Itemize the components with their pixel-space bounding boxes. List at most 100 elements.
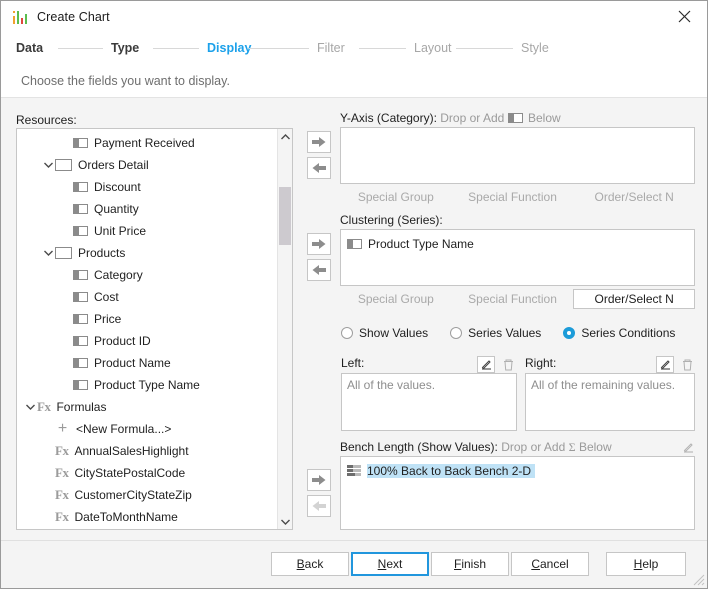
resources-label: Resources: — [16, 113, 77, 127]
step-display[interactable]: Display — [207, 41, 251, 55]
radio-label: Series Values — [468, 326, 541, 340]
y-axis-button-row: Special GroupSpecial FunctionOrder/Selec… — [340, 187, 695, 207]
tree-item-label: Price — [94, 312, 121, 326]
pencil-icon[interactable] — [679, 439, 697, 456]
radio-series-conditions[interactable]: Series Conditions — [563, 326, 675, 340]
chevron-down-icon[interactable] — [41, 249, 55, 258]
tree-item[interactable]: FxDateToMonthName — [17, 506, 279, 528]
next-button[interactable]: Next — [351, 552, 429, 576]
fx-icon: Fx — [37, 399, 50, 415]
step-filter[interactable]: Filter — [317, 41, 345, 55]
radio-indicator[interactable] — [563, 327, 575, 339]
finish-button[interactable]: Finish — [431, 552, 509, 576]
left-condition-box[interactable]: All of the values. — [341, 373, 517, 431]
step-connector — [153, 48, 199, 49]
tree-item[interactable]: Price — [17, 308, 279, 330]
tree-item-label: Discount — [94, 180, 141, 194]
order-select-n-button[interactable]: Order/Select N — [573, 289, 695, 309]
bench-transfer-buttons — [307, 469, 331, 521]
create-chart-dialog: Create Chart Data Type Display Filter Layout… — [0, 0, 708, 589]
chevron-down-icon[interactable] — [278, 514, 292, 529]
field-icon — [73, 138, 88, 148]
cancel-button[interactable]: Cancel — [511, 552, 589, 576]
right-condition-box[interactable]: All of the remaining values. — [525, 373, 695, 431]
radio-indicator[interactable] — [450, 327, 462, 339]
tree-item-label: AnnualSalesHighlight — [74, 444, 188, 458]
tree-item-label: <New Formula...> — [76, 422, 171, 436]
chevron-down-icon[interactable] — [41, 161, 55, 170]
pencil-icon[interactable] — [477, 356, 495, 373]
next-mnemonic: N — [378, 557, 387, 571]
table-icon — [55, 247, 72, 259]
tree-item[interactable]: + <New Formula...> — [17, 418, 279, 440]
tree-item[interactable]: Products — [17, 242, 279, 264]
table-icon — [55, 159, 72, 171]
field-icon — [73, 182, 88, 192]
chevron-down-icon[interactable] — [23, 403, 37, 412]
tree-item[interactable]: Product Type Name — [17, 374, 279, 396]
tree-item-label: Product ID — [94, 334, 151, 348]
field-icon — [508, 113, 523, 123]
radio-series-values[interactable]: Series Values — [450, 326, 541, 340]
step-layout[interactable]: Layout — [414, 41, 452, 55]
arrow-right-icon[interactable] — [307, 233, 331, 255]
cancel-mnemonic: C — [531, 557, 540, 571]
y-axis-dropzone[interactable] — [340, 127, 695, 184]
pencil-icon[interactable] — [656, 356, 674, 373]
left-condition-label: Left: — [341, 356, 364, 370]
fx-icon: Fx — [55, 509, 68, 525]
close-icon[interactable] — [662, 1, 707, 31]
tree-item[interactable]: Cost — [17, 286, 279, 308]
bench-length-label: Bench Length (Show Values): Drop or Add … — [340, 440, 612, 455]
resources-tree[interactable]: Payment Received Orders Detail Discount Qua… — [16, 128, 293, 530]
tree-item[interactable]: FxCustomerCityStateZip — [17, 484, 279, 506]
help-label-rest: elp — [642, 557, 658, 571]
arrow-left-icon[interactable] — [307, 157, 331, 179]
resources-scrollbar[interactable] — [277, 129, 292, 529]
radio-show-values[interactable]: Show Values — [341, 326, 428, 340]
step-style[interactable]: Style — [521, 41, 549, 55]
radio-indicator[interactable] — [341, 327, 353, 339]
trash-icon[interactable] — [499, 356, 517, 373]
trash-icon[interactable] — [678, 356, 696, 373]
field-icon — [73, 314, 88, 324]
bench-dropzone[interactable]: 100% Back to Back Bench 2-D — [340, 456, 695, 530]
tree-item[interactable]: Orders Detail — [17, 154, 279, 176]
field-icon — [73, 292, 88, 302]
series-mode-radios: Show Values Series Values Series Condition… — [341, 326, 697, 340]
help-button[interactable]: Help — [606, 552, 686, 576]
window-title: Create Chart — [37, 10, 110, 24]
tree-item[interactable]: Category — [17, 264, 279, 286]
resize-grip[interactable] — [693, 574, 705, 586]
tree-item[interactable]: FxAnnualSalesHighlight — [17, 440, 279, 462]
arrow-left-icon[interactable] — [307, 495, 331, 517]
step-data[interactable]: Data — [16, 41, 43, 55]
tree-item[interactable]: Quantity — [17, 198, 279, 220]
clustering-item[interactable]: Product Type Name — [341, 234, 694, 254]
tree-item[interactable]: Unit Price — [17, 220, 279, 242]
tree-item-label: Category — [94, 268, 143, 282]
finish-mnemonic: F — [454, 557, 461, 571]
field-icon — [73, 270, 88, 280]
y-axis-title: Y-Axis (Category): — [340, 111, 437, 125]
chevron-up-icon[interactable] — [278, 129, 292, 144]
special-group-button: Special Group — [340, 187, 452, 207]
arrow-right-icon[interactable] — [307, 131, 331, 153]
step-type[interactable]: Type — [111, 41, 139, 55]
back-button[interactable]: Back — [271, 552, 349, 576]
bench-item[interactable]: 100% Back to Back Bench 2-D — [341, 461, 694, 481]
tree-item[interactable]: FxFormulas — [17, 396, 279, 418]
plus-icon: + — [55, 424, 70, 434]
tree-item[interactable]: Payment Received — [17, 132, 279, 154]
tree-item[interactable]: Discount — [17, 176, 279, 198]
tree-item[interactable]: FxCityStatePostalCode — [17, 462, 279, 484]
arrow-left-icon[interactable] — [307, 259, 331, 281]
back-label-rest: ack — [305, 557, 324, 571]
tree-item[interactable]: Product Name — [17, 352, 279, 374]
step-connector — [456, 48, 513, 49]
arrow-right-icon[interactable] — [307, 469, 331, 491]
tree-item[interactable]: Product ID — [17, 330, 279, 352]
tree-item-label: Orders Detail — [78, 158, 149, 172]
scrollbar-thumb[interactable] — [279, 187, 291, 245]
clustering-dropzone[interactable]: Product Type Name — [340, 229, 695, 286]
